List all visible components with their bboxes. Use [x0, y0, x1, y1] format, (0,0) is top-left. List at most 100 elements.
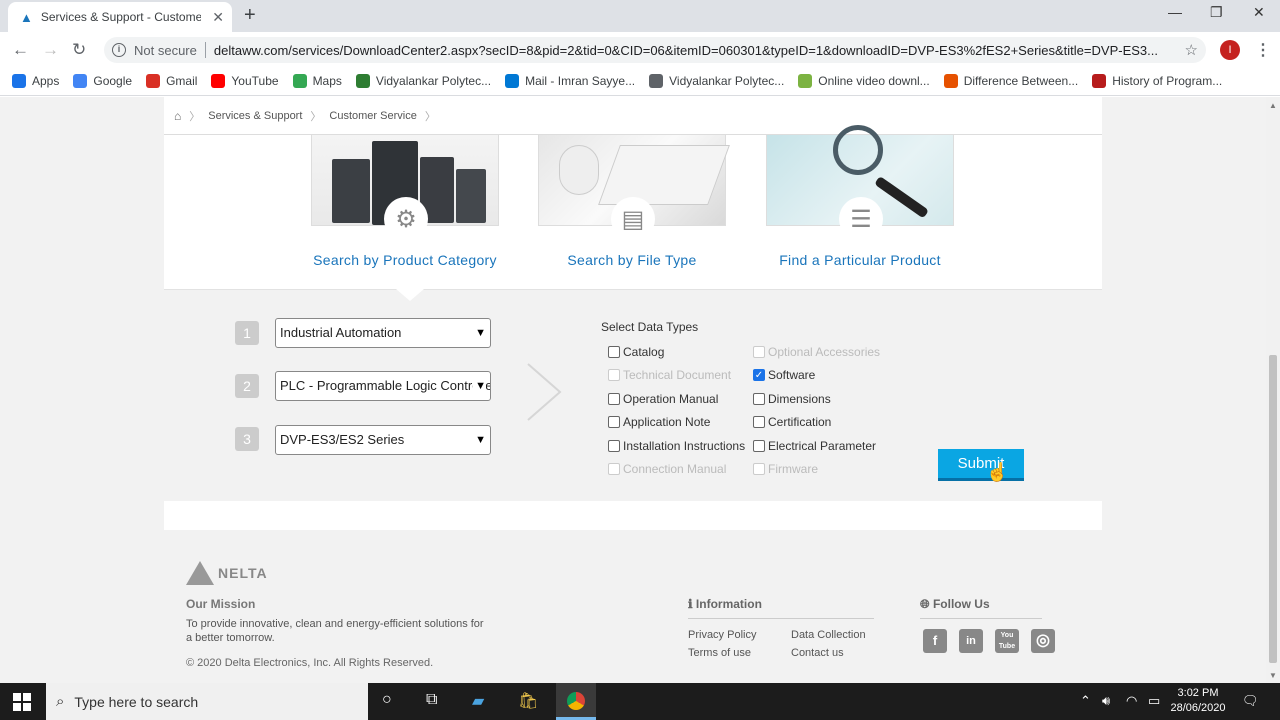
facebook-icon[interactable]: f [923, 629, 947, 653]
product-type-select[interactable]: PLC - Programmable Logic Controller ▼ [275, 371, 491, 401]
bookmark-item[interactable]: Maps [292, 73, 342, 88]
bookmark-item[interactable]: YouTube [211, 73, 279, 88]
checkbox-box[interactable] [753, 416, 765, 428]
checkbox-box[interactable] [608, 440, 620, 452]
instagram-icon[interactable]: ◎ [1031, 629, 1055, 653]
bookmark-item[interactable]: Vidyalankar Polytec... [355, 73, 491, 88]
reload-button[interactable]: ↻ [72, 40, 86, 60]
checkbox-catalog[interactable]: Catalog [608, 345, 664, 359]
chrome-taskbar-button[interactable] [556, 683, 596, 720]
checkbox-box[interactable]: ✓ [753, 369, 765, 381]
linkedin-icon[interactable]: in [959, 629, 983, 653]
magnifier-image: ☰ [766, 125, 954, 241]
bookmark-item[interactable]: Apps [12, 73, 59, 88]
link-icon [649, 73, 664, 88]
search-by-file-type-card[interactable]: ▤ Search by File Type [537, 134, 730, 268]
taskbar-search[interactable]: ⌕ Type here to search [46, 683, 368, 720]
checkbox-box[interactable] [753, 440, 765, 452]
outlook-icon [505, 73, 520, 88]
bookmark-item[interactable]: History of Program... [1092, 73, 1222, 88]
info-icon[interactable]: i [112, 43, 126, 57]
card-label[interactable]: Find a Particular Product [765, 252, 955, 268]
mission-title: Our Mission [186, 597, 256, 611]
puzzle-icon [943, 73, 958, 88]
copyright: © 2020 Delta Electronics, Inc. All Right… [186, 657, 434, 669]
checkbox-installation-instructions[interactable]: Installation Instructions [608, 439, 745, 453]
store-icon[interactable]: 🛍︎ [518, 691, 538, 711]
new-tab-button[interactable]: + [244, 4, 256, 27]
bookmark-item[interactable]: Gmail [146, 73, 197, 88]
data-types-title: Select Data Types [601, 320, 699, 334]
bookmark-item[interactable]: Vidyalankar Polytec... [649, 73, 784, 88]
home-icon[interactable]: ⌂ [174, 109, 181, 123]
volume-icon[interactable]: 🔊︎ [1102, 693, 1110, 709]
youtube-social-icon[interactable]: You Tube [995, 629, 1019, 653]
page-scrollbar[interactable]: ▲ ▼ [1266, 97, 1280, 683]
checkbox-application-note[interactable]: Application Note [608, 415, 710, 429]
scroll-down-icon[interactable]: ▼ [1269, 671, 1277, 680]
task-view-icon[interactable]: ⧉ [426, 691, 437, 709]
checkbox-software[interactable]: ✓ Software [753, 368, 815, 382]
checkbox-label: Electrical Parameter [768, 439, 877, 453]
close-icon[interactable]: ✕ [212, 9, 224, 26]
clock-date: 28/06/2020 [1170, 702, 1226, 714]
bookmark-item[interactable]: Difference Between... [943, 73, 1078, 88]
product-category-select[interactable]: Industrial Automation ▼ [275, 318, 491, 348]
profile-avatar[interactable]: I [1220, 40, 1240, 60]
web-page: ⌂ 〉 Services & Support 〉 Customer Servic… [0, 97, 1266, 683]
checkbox-dimensions[interactable]: Dimensions [753, 392, 831, 406]
browser-tab[interactable]: ▲ Services & Support - Customer S ✕ [8, 2, 232, 32]
submit-button[interactable]: Submit [938, 449, 1024, 481]
search-by-category-card[interactable]: ⚙ Search by Product Category [310, 134, 500, 268]
bookmark-label: YouTube [231, 73, 279, 88]
checkbox-label: Operation Manual [623, 392, 719, 406]
restore-button[interactable]: ❐ [1210, 4, 1223, 21]
checkbox-certification[interactable]: Certification [753, 415, 831, 429]
chrome-icon [567, 692, 585, 710]
card-label[interactable]: Search by Product Category [310, 252, 500, 268]
app-icon[interactable]: ▰ [472, 691, 484, 711]
back-button[interactable]: ← [12, 40, 29, 60]
bookmark-item[interactable]: Mail - Imran Sayye... [505, 73, 635, 88]
mission-text: To provide innovative, clean and energy-… [186, 618, 484, 644]
checkbox-electrical-parameter[interactable]: Electrical Parameter [753, 439, 876, 453]
checkbox-box[interactable] [608, 393, 620, 405]
notifications-icon[interactable]: 🗨︎ [1242, 693, 1259, 709]
card-label[interactable]: Search by File Type [537, 252, 727, 268]
checkbox-box[interactable] [753, 393, 765, 405]
menu-icon[interactable]: ⋮ [1255, 40, 1271, 60]
breadcrumb-customer-service[interactable]: Customer Service [329, 110, 416, 122]
find-product-card[interactable]: ☰ Find a Particular Product [765, 125, 955, 268]
privacy-policy-link[interactable]: Privacy Policy [688, 629, 756, 641]
delta-logo[interactable]: NELTA [186, 561, 268, 585]
url-text[interactable]: deltaww.com/services/DownloadCenter2.asp… [214, 43, 1174, 58]
bookmark-item[interactable]: Google [73, 73, 132, 88]
download-icon [798, 73, 813, 88]
scroll-up-icon[interactable]: ▲ [1269, 101, 1277, 110]
minimize-button[interactable]: — [1168, 4, 1182, 20]
chevron-up-icon[interactable]: ⌃ [1080, 693, 1091, 709]
checkbox-operation-manual[interactable]: Operation Manual [608, 392, 718, 406]
windows-start-icon[interactable] [13, 693, 31, 711]
product-series-select[interactable]: DVP-ES3/ES2 Series ▼ [275, 425, 491, 455]
star-icon[interactable]: ☆ [1185, 41, 1198, 59]
battery-icon[interactable]: ▭ [1148, 693, 1160, 709]
drives-image: ⚙ [311, 134, 499, 241]
cortana-icon[interactable]: ○ [382, 691, 392, 709]
bookmark-label: Online video downl... [818, 73, 930, 88]
wifi-icon[interactable]: ◠ [1126, 693, 1137, 709]
terms-link[interactable]: Terms of use [688, 647, 751, 659]
bookmark-item[interactable]: Online video downl... [798, 73, 930, 88]
address-bar[interactable]: i Not secure deltaww.com/services/Downlo… [104, 37, 1206, 63]
data-collection-link[interactable]: Data Collection [791, 629, 866, 641]
window-close-button[interactable]: ✕ [1253, 4, 1265, 21]
scroll-thumb[interactable] [1269, 355, 1277, 663]
gear-icon: ⚙ [384, 197, 428, 241]
checkbox-box[interactable] [608, 346, 620, 358]
tab-title: Services & Support - Customer S [40, 10, 201, 24]
taskbar-clock[interactable]: 3:02 PM 28/06/2020 [1166, 686, 1230, 716]
forward-button[interactable]: → [42, 40, 59, 60]
breadcrumb-services[interactable]: Services & Support [208, 110, 302, 122]
checkbox-box[interactable] [608, 416, 620, 428]
contact-link[interactable]: Contact us [791, 647, 844, 659]
